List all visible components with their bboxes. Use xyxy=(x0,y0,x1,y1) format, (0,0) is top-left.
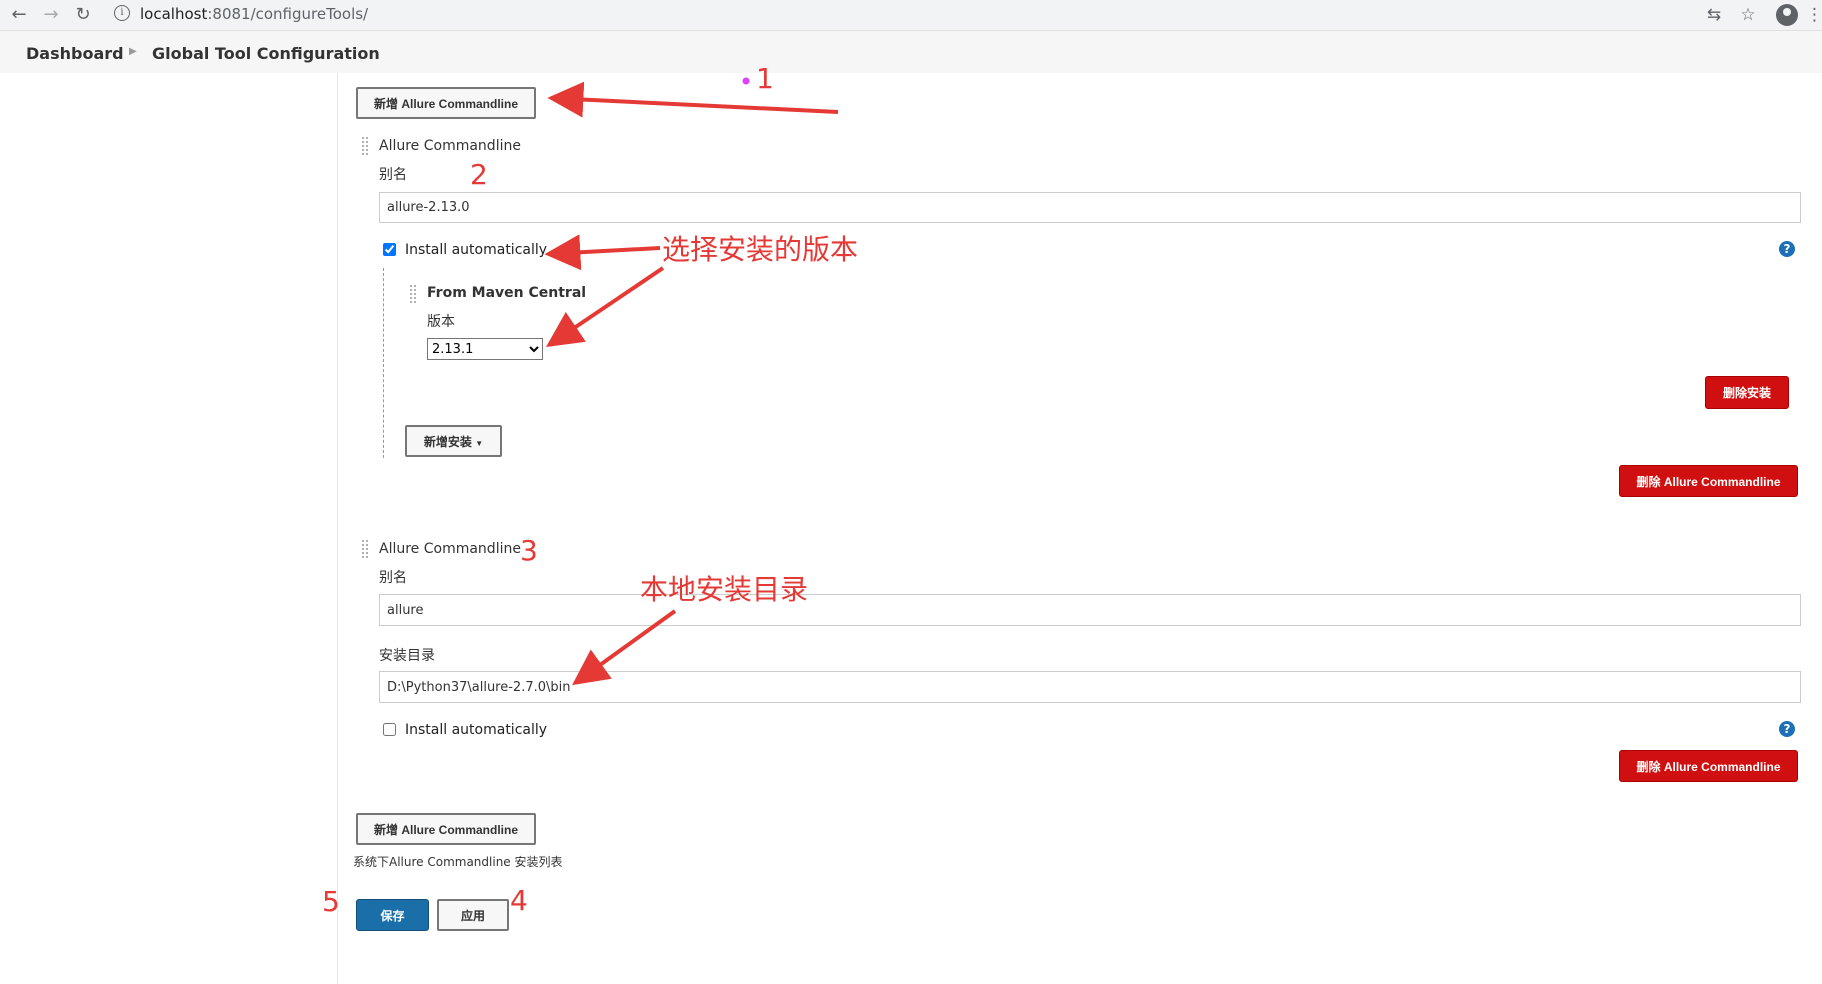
annotation-number-2: 2 xyxy=(470,158,488,191)
annotation-arrow-version xyxy=(546,266,665,348)
annotation-number-3: 3 xyxy=(520,534,538,567)
annotation-arrow-install-auto xyxy=(544,234,661,271)
annotation-arrow-1 xyxy=(547,81,839,118)
annotation-number-4: 4 xyxy=(510,884,528,917)
annotation-arrow-home xyxy=(572,609,677,686)
annotation-number-5: 5 xyxy=(322,885,340,918)
annotation-select-version: 选择安装的版本 xyxy=(662,233,859,266)
annotation-arrows xyxy=(544,77,839,686)
annotation-number-1: 1 xyxy=(756,62,774,95)
annotation-dot xyxy=(742,77,750,85)
annotation-local-dir: 本地安装目录 xyxy=(640,573,809,606)
